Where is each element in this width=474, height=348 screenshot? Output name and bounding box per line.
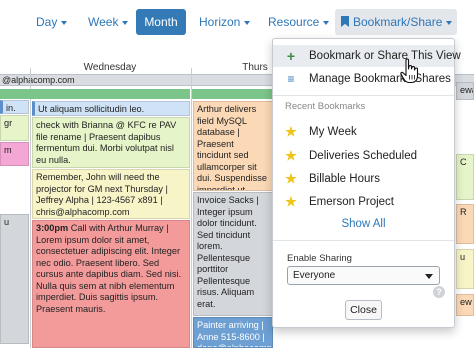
column-divider bbox=[191, 68, 192, 348]
bookmark-share-button[interactable]: Bookmark/Share bbox=[335, 9, 457, 35]
event-card[interactable]: Invoice Sacks | Integer ipsum dolor tinc… bbox=[193, 192, 273, 316]
recent-bookmark-item[interactable]: ★ Billable Hours bbox=[273, 168, 454, 190]
email-row-text: @alphacomp.com bbox=[2, 75, 75, 85]
event-card[interactable]: Ut aliquam sollicitudin leo. bbox=[32, 101, 190, 116]
bookmark-share-label: Bookmark/Share bbox=[353, 15, 443, 29]
chevron-down-icon bbox=[425, 274, 433, 279]
help-icon[interactable]: ? bbox=[433, 286, 445, 298]
event-text: Invoice Sacks | Integer ipsum dolor tinc… bbox=[197, 195, 259, 309]
recent-bookmark-item[interactable]: ★ Emerson Project bbox=[273, 191, 454, 213]
menu-divider bbox=[273, 95, 454, 96]
event-clipped[interactable]: ewa bbox=[456, 82, 474, 100]
event-card[interactable]: check with Brianna @ KFC re PAV file ren… bbox=[32, 117, 190, 168]
event-time: 3:00pm bbox=[36, 223, 69, 233]
event-text: Call with Arthur Murray | Lorem ipsum do… bbox=[36, 223, 182, 314]
chevron-down-icon bbox=[122, 20, 129, 25]
event-clipped[interactable]: m bbox=[0, 142, 29, 166]
resource-label: Resource bbox=[268, 15, 320, 29]
star-icon: ★ bbox=[285, 124, 297, 139]
day-label: Day bbox=[36, 15, 58, 29]
chevron-down-icon bbox=[61, 20, 68, 25]
month-view-button[interactable]: Month bbox=[136, 9, 186, 35]
menu-item-label: Bookmark or Share This View bbox=[309, 50, 461, 62]
week-view-button[interactable]: Week bbox=[82, 9, 134, 35]
event-card[interactable]: 3:00pm Call with Arthur Murray | Lorem i… bbox=[32, 220, 190, 348]
menu-item-label: Emerson Project bbox=[309, 196, 395, 208]
event-card[interactable]: Arthur delivers field MySQL database | P… bbox=[193, 101, 273, 191]
event-text: Ut aliquam sollicitudin leo. bbox=[38, 104, 145, 114]
event-clipped[interactable]: u bbox=[456, 249, 474, 289]
recent-bookmark-item[interactable]: ★ Deliveries Scheduled bbox=[273, 145, 454, 167]
event-text: check with Brianna @ KFC re PAV file ren… bbox=[36, 120, 177, 165]
show-all-link[interactable]: Show All bbox=[273, 218, 454, 230]
event-clipped[interactable]: in. bbox=[0, 100, 29, 114]
star-icon: ★ bbox=[285, 194, 297, 209]
manage-bookmarks-item[interactable]: ≡ Manage Bookmarks/Shares bbox=[273, 68, 454, 90]
horizon-label: Horizon bbox=[199, 15, 241, 29]
star-icon: ★ bbox=[285, 148, 297, 163]
horizon-view-button[interactable]: Horizon bbox=[193, 9, 256, 35]
menu-item-label: My Week bbox=[309, 126, 357, 138]
hand-cursor-icon bbox=[400, 58, 419, 84]
week-label: Week bbox=[88, 15, 119, 29]
recent-bookmarks-header: Recent Bookmarks bbox=[285, 101, 366, 112]
event-card[interactable]: Painter arriving | Anne 515-8600 | done@… bbox=[193, 317, 273, 348]
event-clipped[interactable]: R bbox=[456, 204, 474, 244]
event-text: Remember, John will need the projector f… bbox=[36, 172, 168, 217]
bookmark-icon bbox=[341, 16, 349, 27]
chevron-down-icon bbox=[244, 20, 251, 25]
month-label: Month bbox=[144, 15, 178, 29]
all-day-band[interactable] bbox=[0, 89, 190, 99]
bookmark-share-this-view-item[interactable]: + Bookmark or Share This View bbox=[273, 45, 461, 67]
event-clipped[interactable]: ew bbox=[456, 294, 474, 316]
plus-icon: + bbox=[286, 48, 296, 64]
event-card[interactable]: Remember, John will need the projector f… bbox=[32, 169, 190, 219]
event-clipped[interactable]: gr bbox=[0, 115, 29, 141]
resource-view-button[interactable]: Resource bbox=[262, 9, 335, 35]
star-icon: ★ bbox=[285, 171, 297, 186]
event-clipped[interactable]: C bbox=[456, 154, 474, 200]
recent-bookmark-item[interactable]: ★ My Week bbox=[273, 121, 454, 143]
event-text: Painter arriving | Anne 515-8600 | done@… bbox=[197, 320, 272, 348]
bookmark-share-menu: + Bookmark or Share This View ≡ Manage B… bbox=[272, 38, 461, 328]
all-day-band[interactable] bbox=[192, 89, 272, 99]
menu-item-label: Deliveries Scheduled bbox=[309, 150, 418, 162]
chevron-down-icon bbox=[323, 20, 330, 25]
chevron-down-icon bbox=[446, 20, 453, 25]
sharing-select[interactable]: Everyone bbox=[287, 266, 440, 285]
day-view-button[interactable]: Day bbox=[30, 9, 73, 35]
list-icon: ≡ bbox=[287, 72, 295, 86]
event-text: Arthur delivers field MySQL database | P… bbox=[197, 104, 267, 191]
column-divider bbox=[30, 68, 31, 348]
sharing-select-value: Everyone bbox=[293, 270, 336, 281]
close-button[interactable]: Close bbox=[345, 300, 382, 320]
enable-sharing-label: Enable Sharing bbox=[287, 253, 352, 264]
menu-divider bbox=[273, 240, 454, 241]
menu-item-label: Manage Bookmarks/Shares bbox=[309, 73, 451, 85]
event-clipped[interactable]: u bbox=[0, 214, 29, 344]
menu-item-label: Billable Hours bbox=[309, 173, 380, 185]
